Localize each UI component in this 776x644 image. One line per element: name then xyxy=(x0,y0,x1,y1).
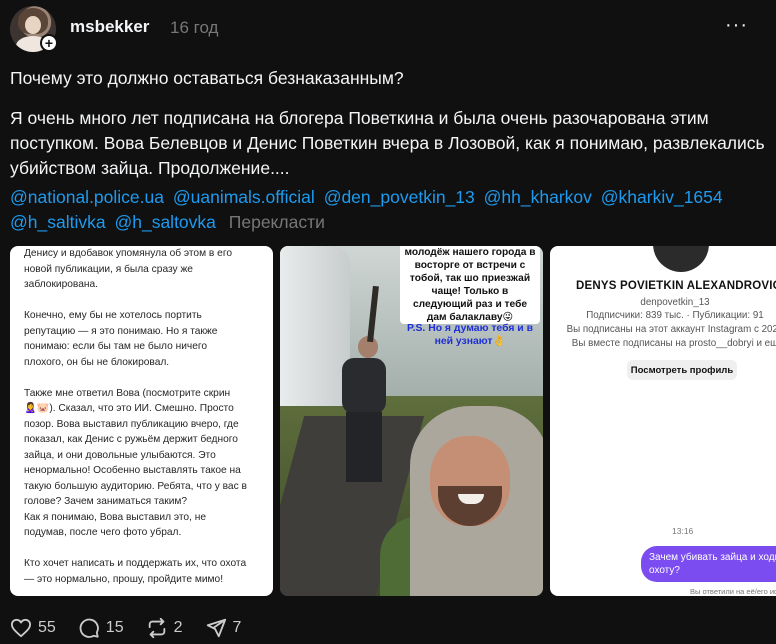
profile-followed-since: Вы подписаны на этот аккаунт Instagram с… xyxy=(566,324,776,335)
profile-mutual: Вы вместе подписаны на prosto__dobryi и … xyxy=(571,338,776,349)
profile-name: DENYS POVIETKIN ALEXANDROVIC xyxy=(576,280,776,292)
share-icon xyxy=(206,618,226,638)
story-line: заблокирована. xyxy=(24,279,99,290)
post-body: Я очень много лет подписана на блогера П… xyxy=(10,108,765,178)
comment-count: 15 xyxy=(105,619,124,636)
heart-icon xyxy=(11,618,31,638)
mention-link[interactable]: @uanimals.official xyxy=(173,187,315,207)
post-actions: 55 15 2 7 xyxy=(10,615,263,641)
story-line: Конечно, ему бы не хотелось портить xyxy=(24,310,202,321)
post-image-photo[interactable]: молодёж нашего города в восторге от встр… xyxy=(280,246,543,596)
post-header: + msbekker 16 год ··· xyxy=(10,6,770,52)
story-line: такую большую аудиторию. Ребята, что у в… xyxy=(24,480,247,492)
more-options-icon[interactable]: ··· xyxy=(725,14,748,37)
comment-icon xyxy=(79,618,99,638)
mention-link[interactable]: @kharkiv_1654 xyxy=(601,187,723,207)
story-line: репутацию — я это понимаю. Но я также xyxy=(24,325,218,337)
chat-time: 13:16 xyxy=(672,526,694,536)
story-line: голове? Зачем заниматься таким? xyxy=(24,496,188,507)
view-profile-button: Посмотреть профиль xyxy=(627,360,737,380)
profile-stats: Подписчики: 839 тыс. · Публикации: 91 xyxy=(586,310,764,321)
profile-handle: denpovetkin_13 xyxy=(640,297,710,308)
mention-link[interactable]: @hh_kharkov xyxy=(484,187,592,207)
comment-button[interactable]: 15 xyxy=(78,617,124,639)
post-image-profile[interactable]: DENYS POVIETKIN ALEXANDROVIC denpovetkin… xyxy=(550,246,776,596)
story-line xyxy=(24,293,266,309)
photo-caption: молодёж нашего города в восторге от встр… xyxy=(400,246,540,324)
share-button[interactable]: 7 xyxy=(205,617,242,639)
story-text: Денису и вдобавок упомянула об этом в ег… xyxy=(24,246,266,587)
mention-link[interactable]: @national.police.ua xyxy=(10,187,164,207)
story-line: показал, как Денис с ружьём держит бедно… xyxy=(24,434,238,445)
story-line: — это нормально, прошу, пройдите мимо! xyxy=(24,573,224,585)
story-line: Как я понимаю, Вова выставил это, не xyxy=(24,511,207,523)
translate-button[interactable]: Перекласти xyxy=(229,212,325,232)
story-line: Также мне ответил Вова (посмотрите скрин xyxy=(24,387,231,399)
story-line: подумав, после чего фото убрал. xyxy=(24,527,182,538)
mention-link[interactable]: @den_povetkin_13 xyxy=(324,187,475,207)
story-line: Кто хочет написать и поддержать их, что … xyxy=(24,558,247,569)
share-count: 7 xyxy=(232,619,242,636)
seen-note: Вы ответили на её/его ис xyxy=(690,587,776,596)
repost-icon xyxy=(148,617,165,639)
story-line: ненормально! Особенно выставлять такое н… xyxy=(24,465,241,476)
story-line: позор. Вова выставил публикацию вчеро, г… xyxy=(24,418,239,430)
mention-link[interactable]: @h_saltovka xyxy=(114,212,215,232)
follow-plus-icon[interactable]: + xyxy=(40,34,58,52)
username[interactable]: msbekker xyxy=(70,17,149,37)
post-title: Почему это должно оставаться безнаказанн… xyxy=(10,68,404,88)
story-line: 🙎‍♀️🐷). Сказал, что это ИИ. Смешно. Прос… xyxy=(24,403,234,414)
mention-link[interactable]: @h_saltivka xyxy=(10,212,106,232)
like-count: 55 xyxy=(38,619,56,636)
profile-avatar xyxy=(653,246,709,272)
repost-button[interactable]: 2 xyxy=(146,617,183,639)
repost-count: 2 xyxy=(173,619,183,636)
chat-message: Зачем убивать зайца и ходи охоту? xyxy=(641,546,776,582)
like-button[interactable]: 55 xyxy=(10,618,56,638)
story-line: Денису и вдобавок упомянула об этом в ег… xyxy=(24,248,233,259)
post-time: 16 год xyxy=(170,18,219,37)
story-line: новой публикации, я была сразу же xyxy=(24,263,193,275)
story-line: плохого, он бы не блокировал. xyxy=(24,356,170,368)
story-line: понимаю: если бы там не было ничего xyxy=(24,341,208,352)
story-line xyxy=(24,370,266,386)
photo-caption-ps: P.S. Но я думаю тебя и в ней узнают👌 xyxy=(407,323,533,347)
story-line xyxy=(24,541,266,557)
story-line: зайца, и они довольные улыбаются. Это xyxy=(24,449,216,461)
post-image-story-text[interactable]: Денису и вдобавок упомянула об этом в ег… xyxy=(10,246,273,596)
mentions: @national.police.ua @uanimals.official @… xyxy=(10,185,770,235)
